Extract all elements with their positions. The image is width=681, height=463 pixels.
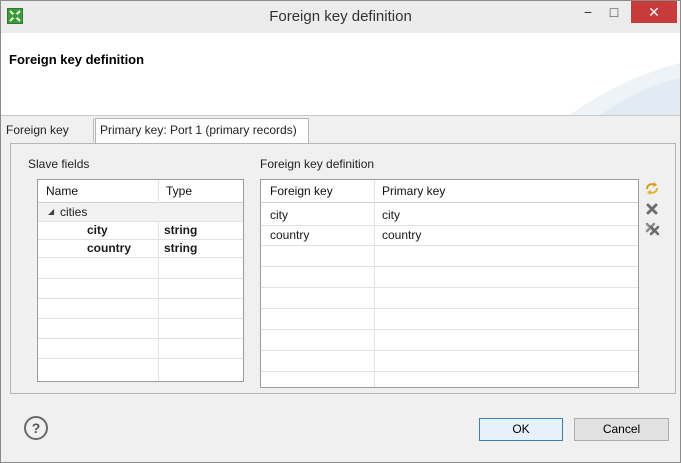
divider (38, 239, 243, 240)
help-button[interactable]: ? (24, 416, 48, 440)
tab-bar: Foreign key Primary key: Port 1 (primary… (1, 118, 680, 143)
tab-panel: Slave fields Name Type ◢ cities city str… (10, 143, 676, 394)
divider (38, 358, 243, 359)
divider (38, 257, 243, 258)
tab-foreign-key[interactable]: Foreign key (1, 118, 94, 142)
dialog-window: Foreign key definition − □ ✕ Foreign key… (0, 0, 681, 463)
divider (38, 221, 243, 222)
minimize-button[interactable]: − (575, 1, 601, 23)
field-name: city (87, 223, 108, 237)
divider (38, 298, 243, 299)
close-button[interactable]: ✕ (631, 1, 677, 23)
dialog-header: Foreign key definition (1, 33, 680, 116)
column-header-name[interactable]: Name (46, 180, 78, 202)
button-bar: ? OK Cancel (1, 401, 680, 462)
divider (261, 350, 638, 351)
header-decoration (560, 33, 680, 115)
foreign-key-cell[interactable]: country (270, 226, 309, 244)
primary-key-cell[interactable]: country (382, 226, 421, 244)
ok-button[interactable]: OK (479, 418, 563, 441)
maximize-button[interactable]: □ (601, 1, 627, 23)
divider (261, 245, 638, 246)
divider (261, 225, 638, 226)
divider (261, 287, 638, 288)
table-row[interactable]: city city (261, 206, 638, 224)
divider (261, 202, 638, 203)
slave-fields-label: Slave fields (28, 157, 90, 171)
cancel-button[interactable]: Cancel (574, 418, 669, 441)
divider (38, 278, 243, 279)
title-bar[interactable]: Foreign key definition − □ ✕ (1, 1, 680, 33)
remove-icon[interactable] (644, 201, 660, 217)
divider (261, 329, 638, 330)
column-header-foreign-key[interactable]: Foreign key (270, 180, 333, 202)
divider (38, 338, 243, 339)
tree-row-cities[interactable]: ◢ cities (38, 203, 243, 221)
group-name: cities (60, 205, 88, 219)
fk-definition-label: Foreign key definition (260, 157, 375, 171)
divider (261, 371, 638, 372)
table-row[interactable]: city string (38, 221, 243, 239)
table-row[interactable]: country country (261, 226, 638, 244)
column-header-primary-key[interactable]: Primary key (382, 180, 445, 202)
header-title: Foreign key definition (9, 52, 145, 67)
fk-definition-table[interactable]: Foreign key Primary key city city countr… (260, 179, 639, 388)
field-name: country (87, 241, 132, 255)
table-row[interactable]: country string (38, 239, 243, 257)
divider (261, 266, 638, 267)
expander-icon[interactable]: ◢ (48, 203, 54, 221)
field-type: string (164, 223, 198, 237)
slave-fields-table[interactable]: Name Type ◢ cities city string country s… (37, 179, 244, 382)
field-type: string (164, 241, 198, 255)
foreign-key-cell[interactable]: city (270, 206, 288, 224)
primary-key-cell[interactable]: city (382, 206, 400, 224)
divider (261, 308, 638, 309)
column-header-type[interactable]: Type (166, 180, 192, 202)
divider (38, 318, 243, 319)
auto-map-icon[interactable] (644, 180, 660, 196)
remove-all-icon[interactable] (644, 221, 660, 237)
tab-primary-key[interactable]: Primary key: Port 1 (primary records) (95, 118, 309, 143)
